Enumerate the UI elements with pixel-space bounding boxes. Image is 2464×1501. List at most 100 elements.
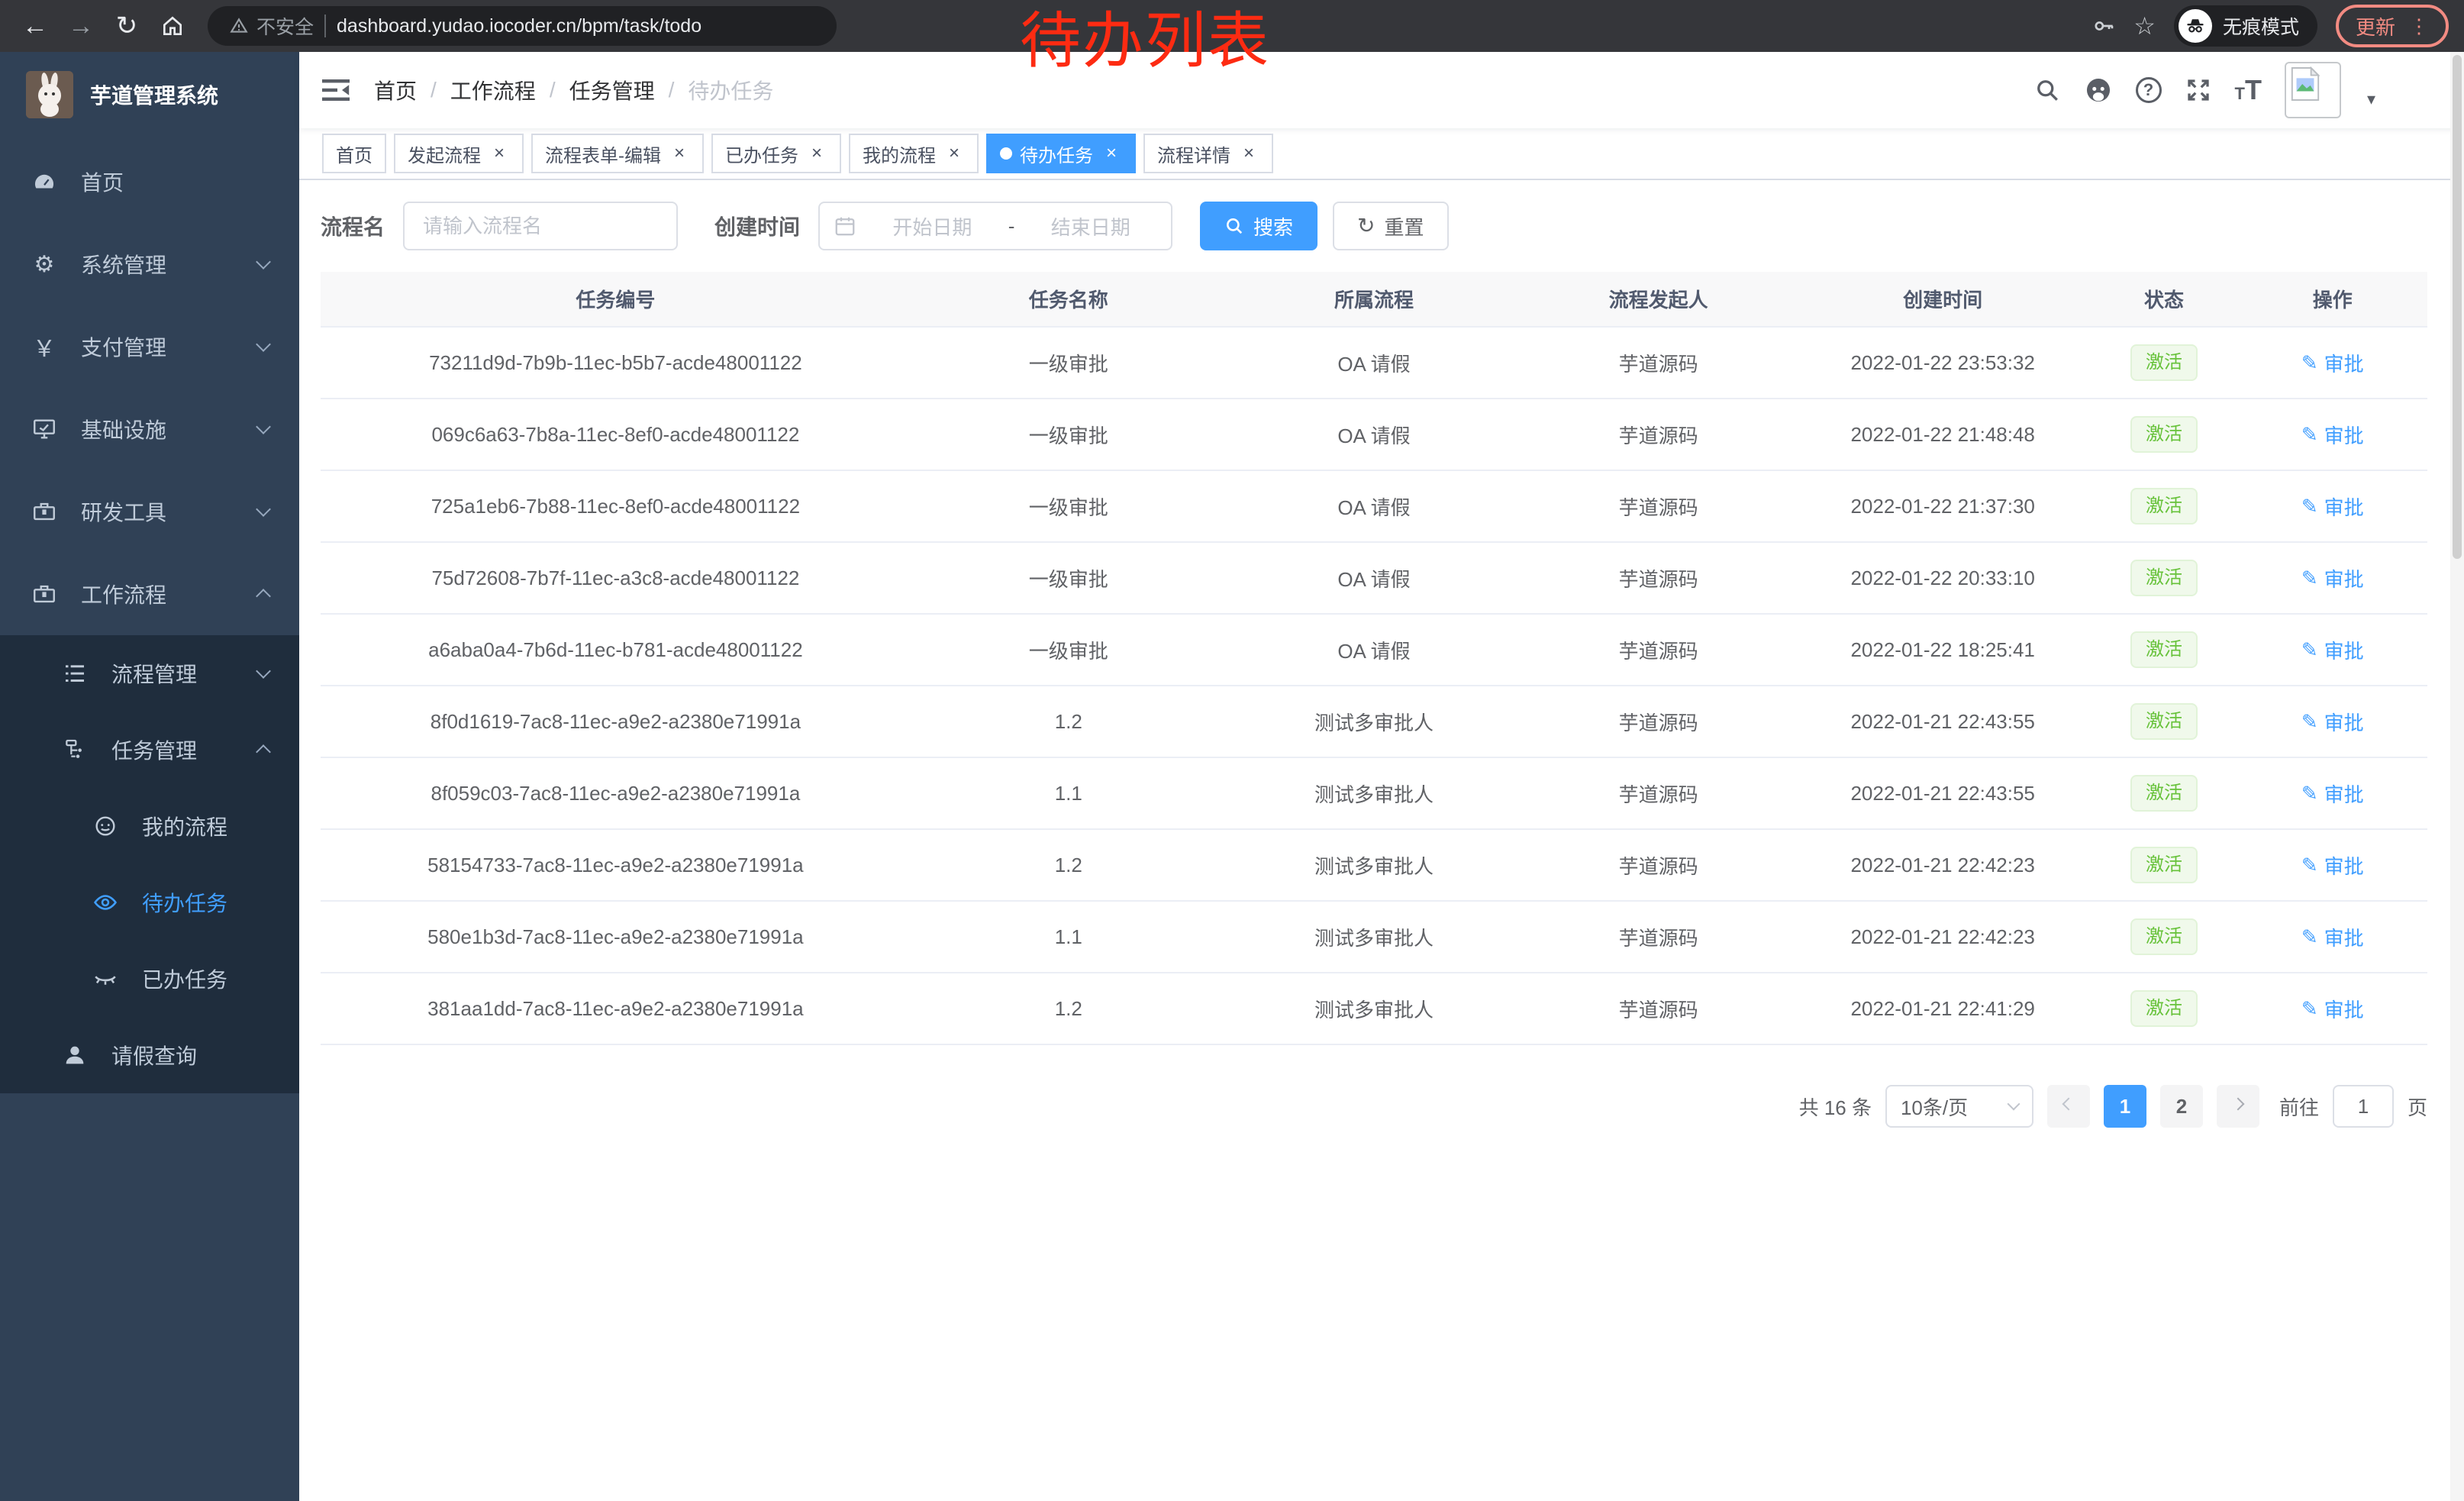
task-id: 725a1eb6-7b88-11ec-8ef0-acde48001122 <box>321 470 911 542</box>
task-time: 2022-01-22 23:53:32 <box>1795 327 2090 399</box>
avatar-caret-icon[interactable]: ▾ <box>2367 89 2375 109</box>
table-row: 725a1eb6-7b88-11ec-8ef0-acde48001122 一级审… <box>321 470 2427 542</box>
task-time: 2022-01-21 22:43:55 <box>1795 757 2090 829</box>
tab-process-detail[interactable]: 流程详情 <box>1143 134 1273 173</box>
chevron-up-icon <box>256 744 271 760</box>
task-process: OA 请假 <box>1227 470 1521 542</box>
tab-home[interactable]: 首页 <box>322 134 386 173</box>
edit-icon: ✎ <box>2301 997 2318 1021</box>
browser-reload-button[interactable]: ↻ <box>107 6 147 46</box>
col-process: 所属流程 <box>1227 272 1521 327</box>
breadcrumb-task-mgmt[interactable]: 任务管理 <box>569 75 655 105</box>
task-name: 1.2 <box>911 829 1227 901</box>
status-badge: 激活 <box>2130 703 2198 740</box>
address-bar[interactable]: 不安全 dashboard.yudao.iocoder.cn/bpm/task/… <box>208 6 837 46</box>
gear-icon: ⚙ <box>31 251 58 278</box>
approve-button[interactable]: ✎审批 <box>2301 923 2364 951</box>
approve-button[interactable]: ✎审批 <box>2301 564 2364 592</box>
sidebar-item-system[interactable]: ⚙ 系统管理 <box>0 223 299 305</box>
approve-button[interactable]: ✎审批 <box>2301 492 2364 521</box>
sidebar-item-devtools[interactable]: 研发工具 <box>0 470 299 553</box>
chevron-right-icon <box>2231 1098 2244 1111</box>
sidebar: 芋道管理系统 首页 ⚙ 系统管理 ￥ 支付管理 <box>0 52 299 1501</box>
sidebar-item-payment[interactable]: ￥ 支付管理 <box>0 305 299 388</box>
app-logo-row[interactable]: 芋道管理系统 <box>0 52 299 137</box>
security-label: 不安全 <box>256 12 314 40</box>
tab-label: 发起流程 <box>408 140 481 167</box>
filter-bar: 流程名 创建时间 开始日期 - 结束日期 搜索 ↻ 重置 <box>321 202 2427 250</box>
approve-button[interactable]: ✎审批 <box>2301 995 2364 1023</box>
tab-start-process[interactable]: 发起流程 <box>394 134 524 173</box>
sidebar-item-leave-query[interactable]: 请假查询 <box>0 1017 299 1093</box>
scrollbar-thumb[interactable] <box>2453 55 2462 559</box>
sidebar-item-todo-tasks[interactable]: 待办任务 <box>0 864 299 941</box>
date-range-picker[interactable]: 开始日期 - 结束日期 <box>818 202 1172 250</box>
tab-done-tasks[interactable]: 已办任务 <box>711 134 841 173</box>
font-size-icon[interactable] <box>2235 74 2262 106</box>
breadcrumb-home[interactable]: 首页 <box>374 75 417 105</box>
github-icon[interactable] <box>2084 76 2113 105</box>
browser-menu-icon[interactable]: ⋮ <box>2409 15 2429 38</box>
breadcrumb-separator: / <box>431 78 437 102</box>
tab-process-form-edit[interactable]: 流程表单-编辑 <box>531 134 704 173</box>
approve-button[interactable]: ✎审批 <box>2301 780 2364 808</box>
sidebar-item-workflow[interactable]: 工作流程 <box>0 553 299 635</box>
page-size-select[interactable]: 10条/页 <box>1885 1085 2033 1128</box>
table-row: 73211d9d-7b9b-11ec-b5b7-acde48001122 一级审… <box>321 327 2427 399</box>
prev-page-button[interactable] <box>2047 1085 2090 1128</box>
browser-home-button[interactable] <box>153 6 192 46</box>
incognito-badge: 无痕模式 <box>2174 5 2317 47</box>
face-icon <box>92 813 119 839</box>
page-button-2[interactable]: 2 <box>2160 1085 2203 1128</box>
tab-todo-tasks[interactable]: 待办任务 <box>986 134 1136 173</box>
bookmark-star-icon[interactable]: ☆ <box>2133 11 2156 40</box>
chevron-up-icon <box>256 589 271 604</box>
avatar[interactable] <box>2285 62 2341 118</box>
browser-update-button[interactable]: 更新 ⋮ <box>2336 5 2449 47</box>
browser-forward-button[interactable]: → <box>61 6 101 46</box>
sidebar-item-label: 已办任务 <box>142 964 269 994</box>
tab-close-icon[interactable] <box>489 143 510 164</box>
search-icon[interactable] <box>2033 76 2061 104</box>
goto-page-input[interactable] <box>2333 1085 2394 1128</box>
help-icon[interactable] <box>2136 77 2162 103</box>
search-button[interactable]: 搜索 <box>1200 202 1317 250</box>
breadcrumb-workflow[interactable]: 工作流程 <box>450 75 536 105</box>
sidebar-item-home[interactable]: 首页 <box>0 140 299 223</box>
start-date-placeholder: 开始日期 <box>866 212 999 240</box>
window-scrollbar[interactable] <box>2450 52 2464 1501</box>
sidebar-item-task-mgmt[interactable]: 任务管理 <box>0 712 299 788</box>
process-name-input[interactable] <box>403 202 678 250</box>
process-name-label: 流程名 <box>321 211 385 241</box>
table-row: 069c6a63-7b8a-11ec-8ef0-acde48001122 一级审… <box>321 399 2427 470</box>
page-button-1[interactable]: 1 <box>2104 1085 2146 1128</box>
sidebar-item-done-tasks[interactable]: 已办任务 <box>0 941 299 1017</box>
task-time: 2022-01-21 22:41:29 <box>1795 973 2090 1044</box>
task-id: 381aa1dd-7ac8-11ec-a9e2-a2380e71991a <box>321 973 911 1044</box>
approve-button[interactable]: ✎审批 <box>2301 421 2364 449</box>
approve-button[interactable]: ✎审批 <box>2301 708 2364 736</box>
approve-button[interactable]: ✎审批 <box>2301 349 2364 377</box>
tab-close-icon[interactable] <box>1101 143 1122 164</box>
tab-close-icon[interactable] <box>943 143 965 164</box>
sidebar-item-my-process[interactable]: 我的流程 <box>0 788 299 864</box>
reset-button[interactable]: ↻ 重置 <box>1333 202 1448 250</box>
tab-close-icon[interactable] <box>806 143 827 164</box>
status-badge: 激活 <box>2130 990 2198 1027</box>
browser-back-button[interactable]: ← <box>15 6 55 46</box>
security-indicator[interactable]: 不安全 <box>229 12 314 40</box>
sidebar-item-process-mgmt[interactable]: 流程管理 <box>0 635 299 712</box>
sidebar-fold-icon[interactable] <box>322 78 350 102</box>
approve-button[interactable]: ✎审批 <box>2301 636 2364 664</box>
edit-icon: ✎ <box>2301 567 2318 590</box>
fullscreen-icon[interactable] <box>2185 76 2212 104</box>
sidebar-item-infra[interactable]: 基础设施 <box>0 388 299 470</box>
tab-close-icon[interactable] <box>1238 143 1259 164</box>
approve-button[interactable]: ✎审批 <box>2301 851 2364 880</box>
next-page-button[interactable] <box>2217 1085 2259 1128</box>
key-icon[interactable] <box>2092 14 2117 38</box>
edit-icon: ✎ <box>2301 423 2318 447</box>
end-date-placeholder: 结束日期 <box>1024 212 1157 240</box>
tab-my-process[interactable]: 我的流程 <box>849 134 979 173</box>
tab-close-icon[interactable] <box>669 143 690 164</box>
